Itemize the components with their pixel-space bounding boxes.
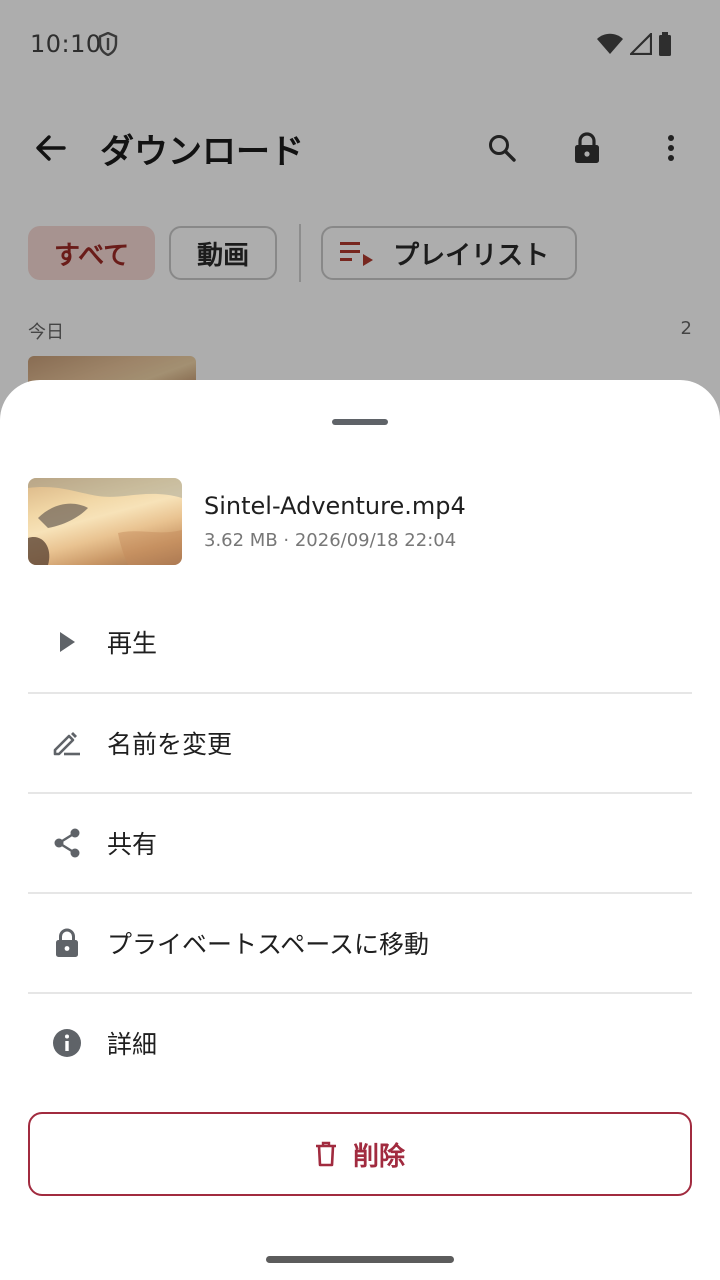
menu-item-label: 名前を変更 [107, 730, 233, 759]
file-thumbnail [28, 478, 182, 565]
info-icon [50, 1026, 84, 1060]
menu-item-rename[interactable]: 名前を変更 [28, 692, 692, 792]
bottom-sheet: Sintel-Adventure.mp4 3.62 MB · 2026/09/1… [0, 380, 720, 1280]
menu-item-label: 共有 [107, 830, 158, 859]
lock-icon [50, 926, 84, 960]
file-name: Sintel-Adventure.mp4 [204, 492, 466, 520]
menu-item-share[interactable]: 共有 [28, 792, 692, 892]
menu-item-label: プライベートスペースに移動 [107, 930, 430, 959]
menu-item-label: 再生 [107, 629, 158, 658]
delete-button-label: 削除 [352, 1141, 405, 1172]
menu-item-details[interactable]: 詳細 [28, 992, 692, 1092]
menu-item-move-to-private[interactable]: プライベートスペースに移動 [28, 892, 692, 992]
delete-button[interactable]: 削除 [28, 1112, 692, 1196]
gesture-nav-bar[interactable] [266, 1256, 454, 1263]
action-menu: 再生 名前を変更 共有 プライベートスペースに移動 詳細 [28, 592, 692, 1092]
edit-icon [50, 726, 84, 760]
menu-item-label: 詳細 [107, 1030, 158, 1059]
file-header: Sintel-Adventure.mp4 3.62 MB · 2026/09/1… [28, 478, 692, 566]
drag-handle[interactable] [332, 419, 388, 425]
menu-item-play[interactable]: 再生 [28, 592, 692, 692]
file-meta: 3.62 MB · 2026/09/18 22:04 [204, 530, 457, 551]
share-icon [50, 826, 84, 860]
trash-icon [315, 1141, 337, 1167]
play-icon [50, 625, 84, 659]
